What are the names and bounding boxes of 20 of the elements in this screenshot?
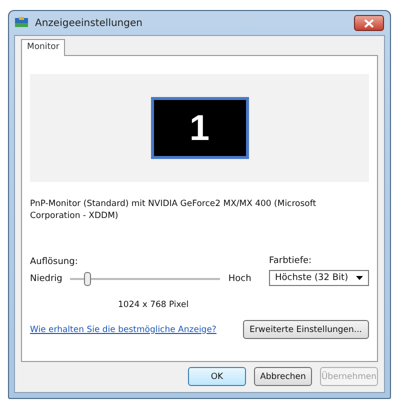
color-depth-label: Farbtiefe: [269,256,313,266]
color-depth-dropdown[interactable]: Höchste (32 Bit) [269,270,369,286]
dropdown-arrow-icon [356,276,363,280]
window-title: Anzeigeeinstellungen [35,18,144,28]
resolution-reading: 1024 x 768 Pixel [118,300,190,310]
dialog-button[interactable]: OK [188,367,246,386]
advanced-settings-button[interactable]: Erweiterte Einstellungen... [242,320,369,339]
display-icon [15,17,29,29]
low-label: Niedrig [30,274,62,284]
resolution-label: Auflösung: [30,257,79,267]
close-button[interactable] [354,15,384,31]
help-link[interactable]: Wie erhalten Sie die bestmögliche Anzeige? [30,324,216,334]
tab[interactable]: Monitor [21,39,66,56]
slider-thumb[interactable] [84,272,91,286]
monitor-number: 1 [189,107,210,149]
high-label: Hoch [228,274,252,284]
monitor-tile[interactable]: 1 [150,97,248,159]
close-icon [364,18,374,28]
dialog-button[interactable]: Abbrechen [254,367,312,386]
monitor-description: PnP-Monitor (Standard) mit NVIDIA GeForce2 MX/MX 400 (Microsoft Corporation - XDDM) [30,198,318,222]
